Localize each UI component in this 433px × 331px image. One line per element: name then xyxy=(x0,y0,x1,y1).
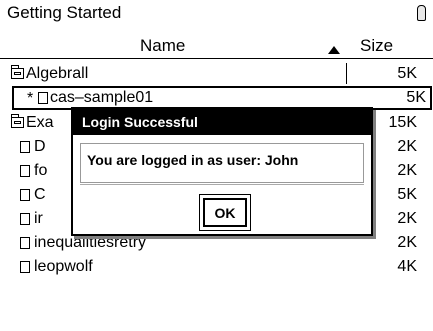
dialog-separator xyxy=(80,184,364,185)
item-size: 2K xyxy=(397,210,417,227)
sort-ascending-icon[interactable] xyxy=(328,46,340,54)
item-name: cas–sample01 xyxy=(50,89,154,106)
list-item[interactable]: leopwolf 4K xyxy=(0,255,433,277)
item-size: 2K xyxy=(397,138,417,155)
item-name: C xyxy=(34,186,46,203)
column-name-header[interactable]: Name xyxy=(140,36,185,56)
item-size: 5K xyxy=(397,186,417,203)
item-name: Algebrall xyxy=(26,65,89,82)
ok-button-label: OK xyxy=(214,205,236,221)
title-bar: Getting Started xyxy=(0,0,433,26)
document-icon xyxy=(20,261,30,273)
dialog-message-box: You are logged in as user: John xyxy=(80,143,364,183)
list-item[interactable]: Algebrall 5K xyxy=(0,62,433,84)
item-name: inequalitiesretry xyxy=(34,234,147,251)
document-icon xyxy=(38,92,48,104)
item-name: D xyxy=(34,138,46,155)
item-size: 5K xyxy=(397,65,417,82)
document-icon xyxy=(20,237,30,249)
item-size: 15K xyxy=(388,114,417,131)
dialog-message: You are logged in as user: John xyxy=(87,152,299,168)
ok-button[interactable]: OK xyxy=(203,198,247,227)
document-icon xyxy=(20,213,30,225)
window-title: Getting Started xyxy=(7,3,122,22)
item-size: 2K xyxy=(397,162,417,179)
item-size: 2K xyxy=(397,234,417,251)
login-dialog: Login Successful You are logged in as us… xyxy=(71,107,373,236)
battery-icon xyxy=(417,5,426,21)
item-name: ir xyxy=(34,210,43,227)
item-name: leopwolf xyxy=(34,258,93,275)
item-name: Exa xyxy=(26,114,54,131)
document-icon xyxy=(20,189,30,201)
dialog-title: Login Successful xyxy=(82,114,198,130)
item-name: fo xyxy=(34,162,48,179)
dialog-title-bar: Login Successful xyxy=(73,109,371,135)
column-size-header[interactable]: Size xyxy=(360,36,393,56)
document-icon xyxy=(20,141,30,153)
document-icon xyxy=(20,165,30,177)
item-size: 4K xyxy=(397,258,417,275)
ok-button-focus-ring[interactable]: OK xyxy=(199,194,251,231)
column-header: Name Size xyxy=(0,26,433,84)
unsaved-star: * xyxy=(27,90,34,107)
item-size: 5K xyxy=(406,89,426,106)
